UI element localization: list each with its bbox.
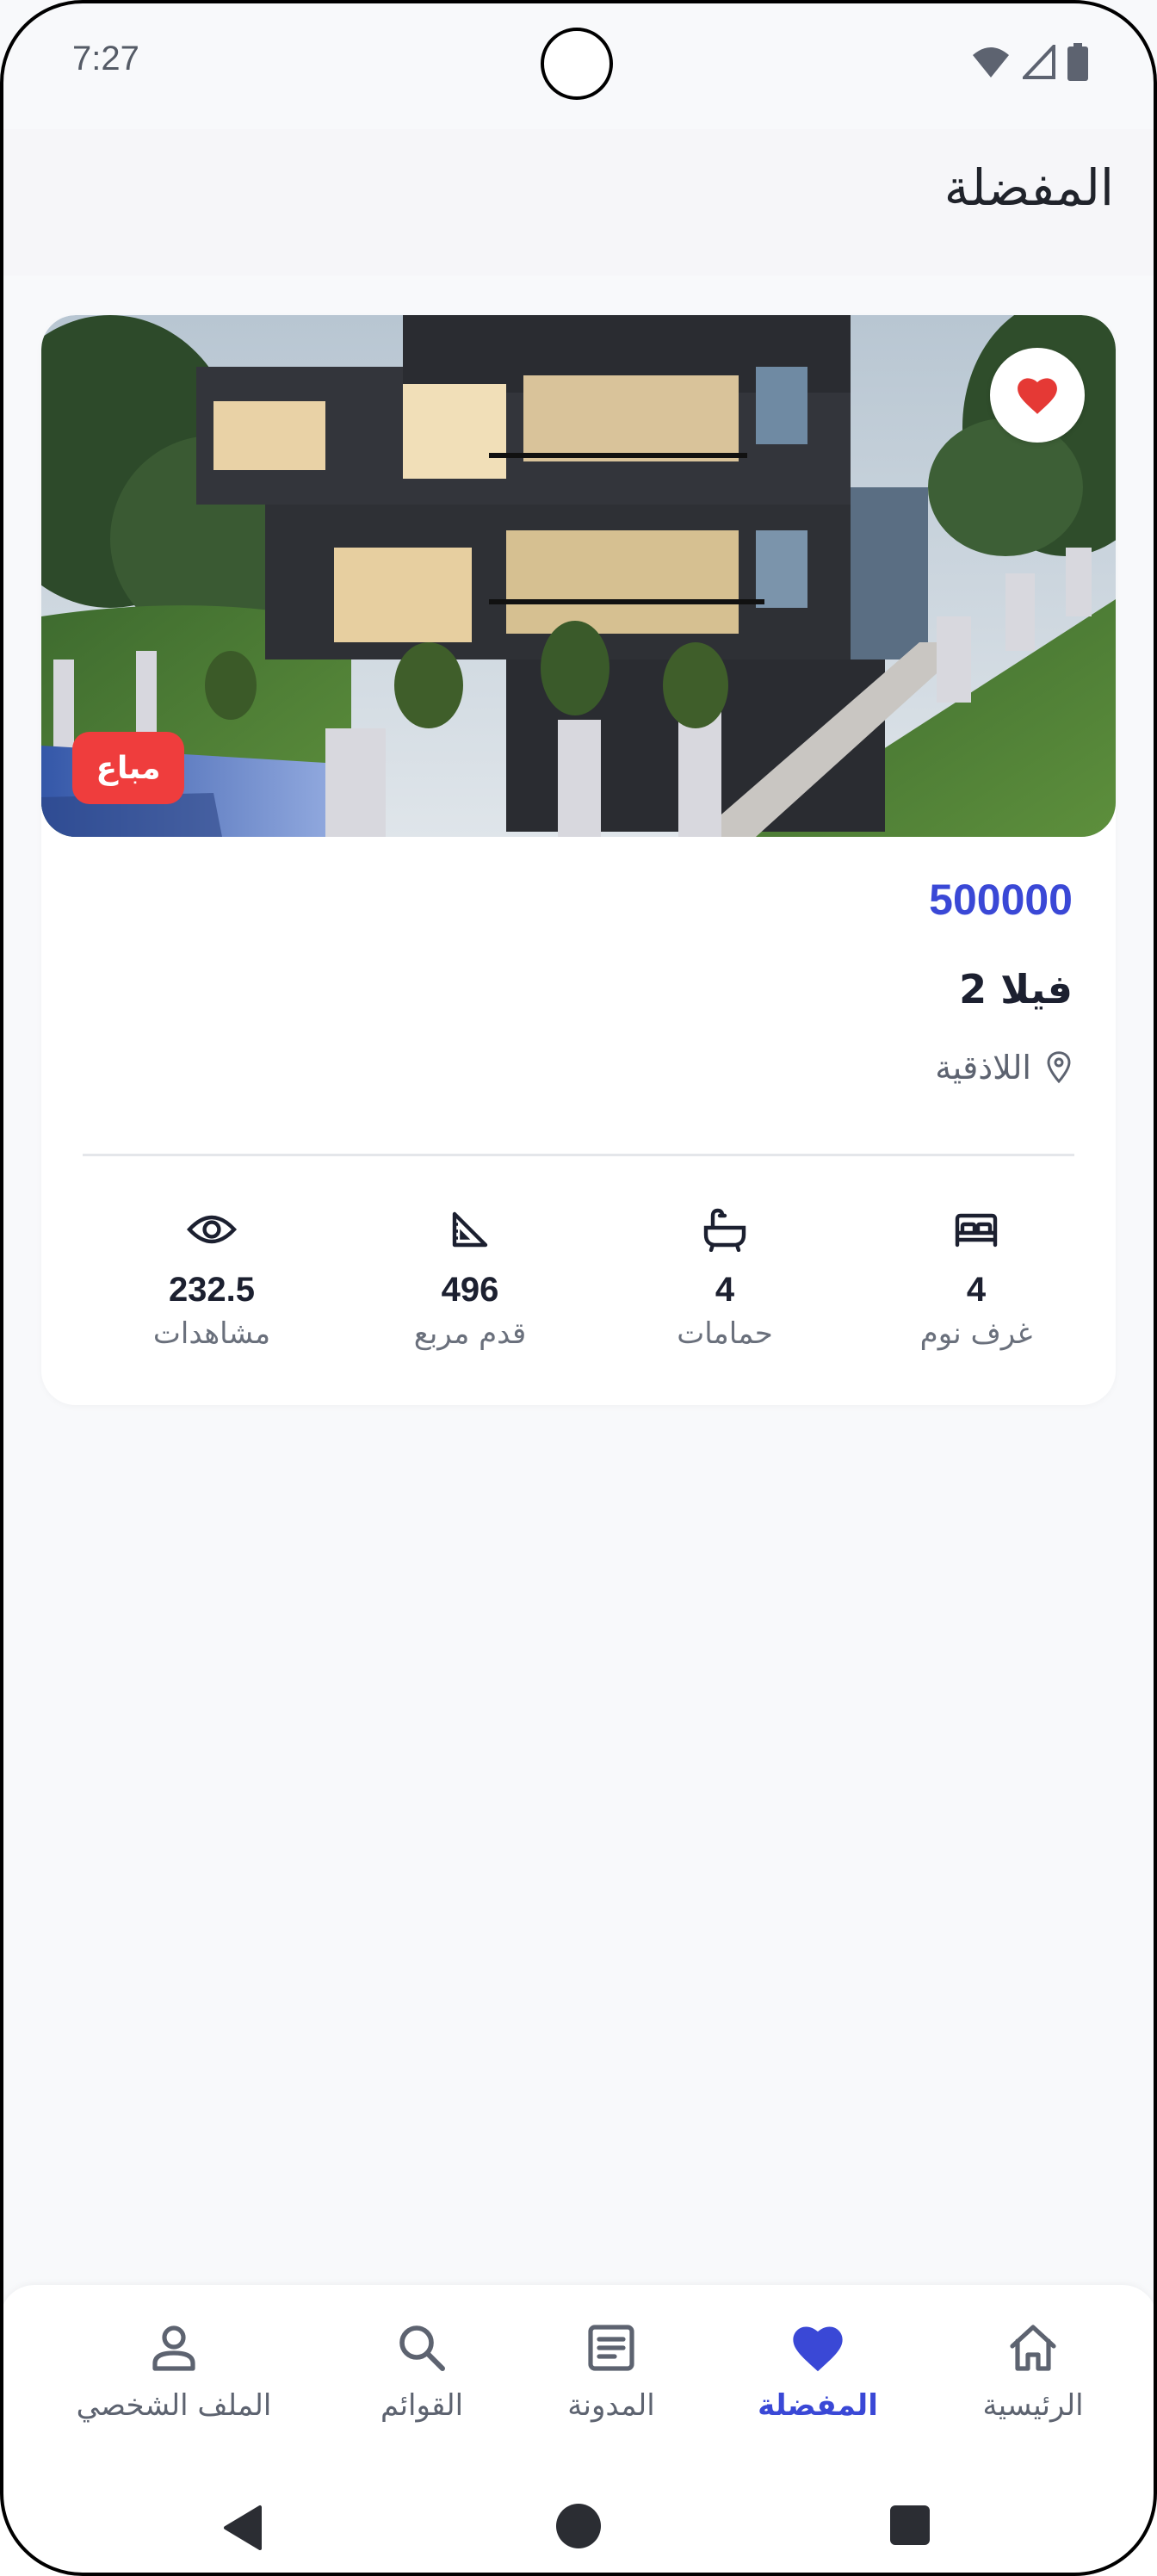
views-value: 232.5 [168, 1271, 256, 1309]
page-title: المفضلة [944, 158, 1114, 217]
status-icons [971, 43, 1088, 81]
location-row: اللاذقية [935, 1049, 1073, 1087]
bottom-nav: الرئيسية المفضلة المدونة القوائم الملف ا… [0, 2285, 1157, 2483]
stat-bedrooms: 4 غرف نوم [864, 1202, 1088, 1351]
signal-icon [1023, 45, 1055, 79]
ruler-triangle-icon [452, 1211, 488, 1248]
search-icon [399, 2325, 445, 2371]
bedrooms-value: 4 [966, 1271, 987, 1309]
heart-icon [793, 2326, 843, 2372]
page-header: المفضلة [0, 129, 1157, 276]
status-bar: 7:27 [0, 0, 1157, 129]
bedrooms-label: غرف نوم [919, 1316, 1033, 1351]
nav-label-profile: الملف الشخصي [76, 2388, 272, 2423]
listing-image[interactable]: مباع [41, 315, 1116, 837]
home-icon [1010, 2325, 1056, 2371]
area-value: 496 [441, 1271, 499, 1309]
sold-badge: مباع [72, 732, 184, 804]
nav-label-listings: القوائم [380, 2388, 464, 2423]
location-pin-icon [1047, 1051, 1071, 1084]
status-time: 7:27 [72, 40, 139, 77]
wifi-icon [973, 47, 1009, 77]
bed-icon [955, 1213, 998, 1248]
listing-card[interactable]: مباع 500000 فيلا 2 اللاذقية 4 غرف نوم 4 … [41, 315, 1116, 1405]
stat-area: 496 قدم مربع [358, 1202, 582, 1351]
card-divider [83, 1154, 1074, 1156]
bathrooms-value: 4 [715, 1271, 735, 1309]
recents-icon[interactable] [888, 2504, 931, 2547]
location-text: اللاذقية [935, 1049, 1031, 1087]
bathrooms-label: حمامات [677, 1316, 773, 1351]
person-icon [152, 2325, 195, 2371]
nav-item-listings[interactable]: القوائم [293, 2318, 551, 2423]
system-nav-bar [0, 2483, 1157, 2576]
app-screen: 7:27 المفضلة مباع 500000 فيلا 2 اللاذقية… [0, 0, 1157, 2576]
area-label: قدم مربع [413, 1316, 527, 1351]
heart-icon [1018, 378, 1057, 414]
nav-item-profile[interactable]: الملف الشخصي [45, 2318, 303, 2423]
article-icon [588, 2325, 634, 2371]
bathtub-icon [703, 1208, 746, 1252]
listing-price: 500000 [929, 876, 1073, 924]
camera-cutout [541, 28, 613, 100]
favorite-button[interactable] [990, 348, 1085, 443]
home-circle-icon[interactable] [554, 2502, 603, 2550]
listing-stats: 4 غرف نوم 4 حمامات 496 قدم مربع 232.5 مش… [83, 1202, 1074, 1374]
eye-icon [186, 1215, 238, 1244]
stat-views: 232.5 مشاهدات [100, 1202, 324, 1351]
battery-icon [1067, 43, 1088, 81]
listing-title: فيلا 2 [959, 966, 1073, 1012]
villa-photo [41, 315, 1116, 837]
back-icon[interactable] [219, 2502, 267, 2554]
views-label: مشاهدات [152, 1316, 271, 1351]
stat-bathrooms: 4 حمامات [613, 1202, 837, 1351]
